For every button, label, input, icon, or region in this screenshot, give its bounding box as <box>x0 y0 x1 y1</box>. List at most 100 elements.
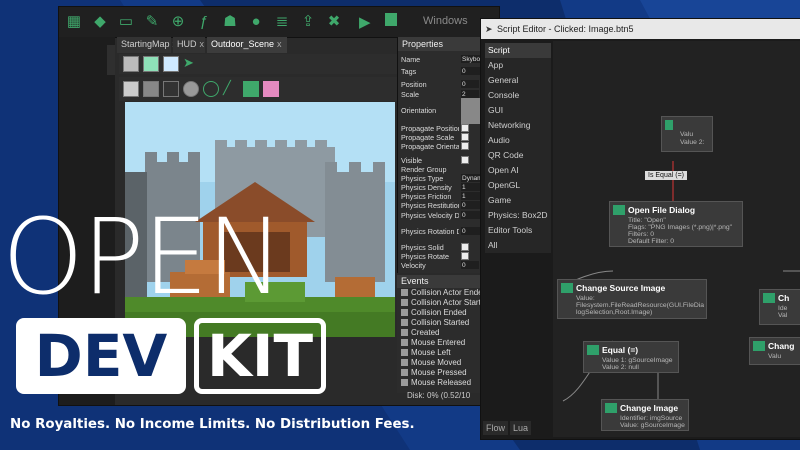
prop-label: Physics Rotation Damping <box>401 227 459 236</box>
event-icon <box>401 369 408 376</box>
event-label: Collision Actor Started <box>411 298 490 307</box>
logo-kit-box: KIT <box>194 318 326 394</box>
line-tool-icon[interactable] <box>123 81 139 97</box>
event-label: Mouse Moved <box>411 358 462 367</box>
prop-label: Visible <box>401 156 423 165</box>
light-tool-icon[interactable] <box>163 56 179 72</box>
script-editor-titlebar: ➤ Script Editor - Clicked: Image.btn5 <box>481 19 800 39</box>
node-right-b[interactable]: Chang Valu <box>749 337 800 365</box>
paint-icon[interactable]: ✎ <box>143 13 161 31</box>
event-label: Mouse Left <box>411 348 451 357</box>
node-right-a[interactable]: Ch Ide Val <box>759 289 800 325</box>
checkbox[interactable] <box>461 124 469 132</box>
node-icon <box>561 283 573 293</box>
people-icon[interactable]: ☗ <box>221 13 239 31</box>
prop-value-x[interactable]: 0 <box>461 80 479 88</box>
tab-label: StartingMap <box>121 39 170 49</box>
prop-label: Physics Friction <box>401 192 452 201</box>
fill-tool-icon[interactable] <box>243 81 259 97</box>
event-icon <box>401 349 408 356</box>
category-list: Script App General Console GUI Networkin… <box>485 43 551 253</box>
export-icon[interactable]: ⇪ <box>299 13 317 31</box>
prop-label: Physics Velocity Damping <box>401 211 459 220</box>
prop-value-x[interactable]: 0 <box>461 261 479 269</box>
node-line: Value 2: <box>680 139 705 146</box>
function-icon[interactable]: ƒ <box>195 13 213 31</box>
checkbox[interactable] <box>461 156 469 164</box>
node-change-image[interactable]: Change Image Identifier: imgSource Value… <box>601 399 689 431</box>
prop-label: Render Group <box>401 165 447 174</box>
category-open-ai[interactable]: Open AI <box>485 163 551 178</box>
node-equal[interactable]: Equal (=) Value 1: gSourceImage Value 2:… <box>583 341 679 373</box>
prop-label: Velocity <box>401 261 426 270</box>
prop-label: Propagate Position <box>401 124 459 133</box>
event-label: Collision Started <box>411 318 470 327</box>
category-general[interactable]: General <box>485 73 551 88</box>
script-mode-tabs: Flow Lua <box>483 421 533 435</box>
left-panel-scroll[interactable] <box>107 45 115 75</box>
eraser-tool-icon[interactable] <box>263 81 279 97</box>
cursor-tool-icon[interactable]: ➤ <box>183 56 199 72</box>
select-tool-icon[interactable] <box>123 56 139 72</box>
event-icon <box>401 309 408 316</box>
node-top[interactable]: Valu Value 2: <box>661 116 713 152</box>
circle-tool-icon[interactable] <box>203 81 219 97</box>
rect-tool-icon[interactable] <box>163 81 179 97</box>
move-icon[interactable]: ◆ <box>91 13 109 31</box>
category-app[interactable]: App <box>485 58 551 73</box>
stack-icon[interactable]: ≣ <box>273 13 291 31</box>
play-icon[interactable]: ▶ <box>359 13 371 31</box>
close-icon[interactable]: x <box>277 39 282 49</box>
stop-icon[interactable] <box>385 13 397 26</box>
category-qr-code[interactable]: QR Code <box>485 148 551 163</box>
tools-icon[interactable]: ✖ <box>325 13 343 31</box>
bomb-icon[interactable]: ● <box>247 13 265 31</box>
category-audio[interactable]: Audio <box>485 133 551 148</box>
tab-hud[interactable]: HUD x <box>173 37 205 53</box>
prop-value-x[interactable]: 2 <box>461 90 479 98</box>
category-editor-tools[interactable]: Editor Tools <box>485 223 551 238</box>
sphere-tool-icon[interactable] <box>183 81 199 97</box>
checkbox[interactable] <box>461 142 469 150</box>
node-change-source-image[interactable]: Change Source Image Value: Filesystem.Fi… <box>557 279 707 319</box>
is-equal-badge[interactable]: Is Equal (=) <box>645 171 687 180</box>
gamepad-icon[interactable]: ⊕ <box>169 13 187 31</box>
tab-label: HUD <box>177 39 197 49</box>
node-title: Chang <box>768 341 795 351</box>
event-icon <box>401 379 408 386</box>
category-game[interactable]: Game <box>485 193 551 208</box>
node-open-file-dialog[interactable]: Open File Dialog Title: "Open" Flags: "P… <box>609 201 743 247</box>
category-networking[interactable]: Networking <box>485 118 551 133</box>
tab-flow[interactable]: Flow <box>483 421 509 435</box>
checkbox[interactable] <box>461 243 469 251</box>
tab-lua[interactable]: Lua <box>510 421 532 435</box>
prop-label: Physics Type <box>401 174 444 183</box>
node-line: logSelection,Root.Image) <box>576 309 653 316</box>
category-gui[interactable]: GUI <box>485 103 551 118</box>
tab-outdoor-scene[interactable]: Outdoor_Scene x <box>207 37 287 53</box>
prop-label: Position <box>401 80 427 89</box>
category-all[interactable]: All <box>485 238 551 253</box>
screen-icon[interactable]: ▭ <box>117 13 135 31</box>
flow-canvas[interactable]: Valu Value 2: Is Equal (=) Open File Dia… <box>553 41 800 437</box>
category-console[interactable]: Console <box>485 88 551 103</box>
logo-open-text: OPEN <box>2 196 284 318</box>
category-opengl[interactable]: OpenGL <box>485 178 551 193</box>
event-icon <box>401 339 408 346</box>
category-physics-box2d[interactable]: Physics: Box2D <box>485 208 551 223</box>
node-title: Open File Dialog <box>628 205 696 215</box>
node-tool-icon[interactable] <box>143 56 159 72</box>
category-script[interactable]: Script <box>485 43 551 58</box>
orientation-dial-icon[interactable] <box>461 98 481 124</box>
node-line: Flags: "PNG Images (*.png)|*.png" <box>628 224 733 231</box>
node-icon <box>613 205 625 215</box>
checkbox[interactable] <box>461 252 469 260</box>
tab-startingmap[interactable]: StartingMapx <box>117 37 177 53</box>
grid-icon[interactable]: ▦ <box>65 13 83 31</box>
close-icon[interactable]: x <box>200 39 205 49</box>
texture-tool-icon[interactable] <box>143 81 159 97</box>
tab-label: Outdoor_Scene <box>211 39 275 49</box>
diagonal-tool-icon[interactable]: ╱ <box>223 81 239 97</box>
node-title: Change Image <box>620 403 679 413</box>
checkbox[interactable] <box>461 133 469 141</box>
